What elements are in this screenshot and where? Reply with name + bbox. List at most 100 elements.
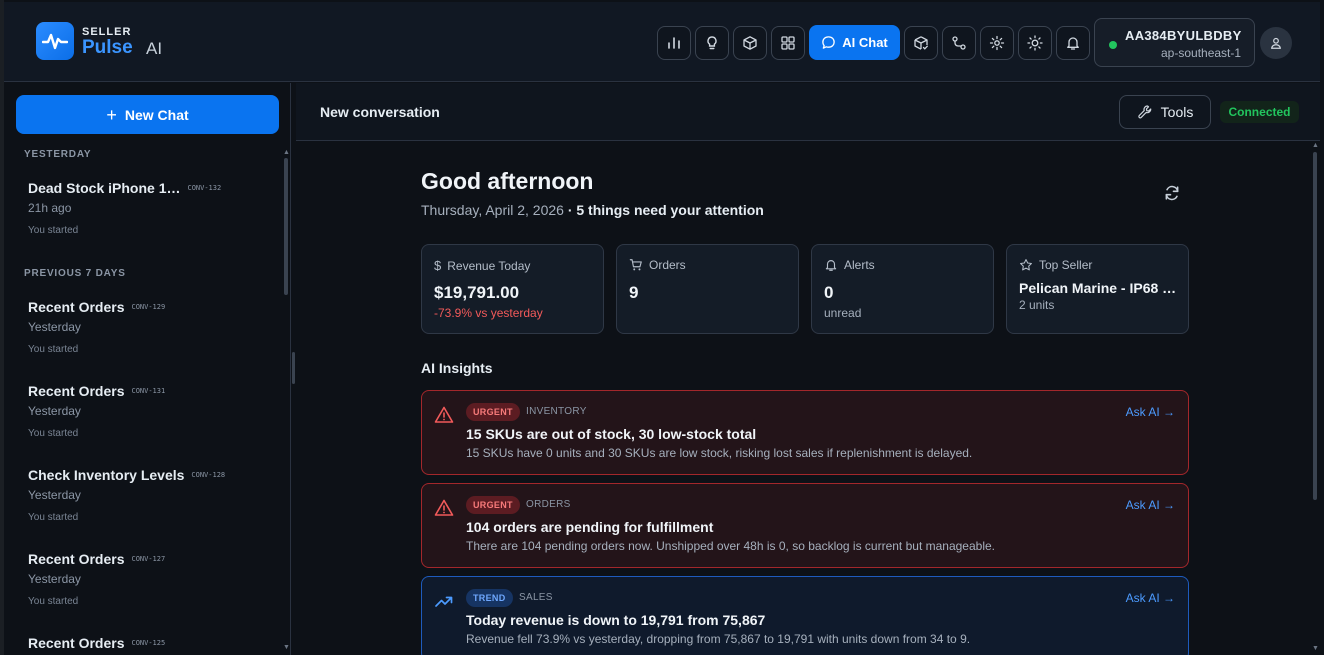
insight-description: There are 104 pending orders now. Unship… [466,539,995,553]
insight-title: 15 SKUs are out of stock, 30 low-stock t… [466,426,757,442]
conversation-sidebar: + New Chat YESTERDAY Dead Stock iPhone 1… [4,83,291,655]
conversation-title: Recent Orders [28,383,125,399]
stat-label: Orders [649,258,686,272]
conversation-starter: You started [28,428,79,439]
conversation-starter: You started [28,344,79,355]
stat-card-top-seller[interactable]: Top Seller Pelican Marine - IP68 … 2 uni… [1006,244,1189,334]
account-switcher[interactable]: AA384BYULBDBY ap-southeast-1 [1094,18,1255,67]
insight-title: Today revenue is down to 19,791 from 75,… [466,612,766,628]
refresh-icon[interactable] [1163,184,1181,202]
package-check-icon [914,36,928,50]
conversation-title: Dead Stock iPhone 1… [28,180,181,196]
products-button[interactable] [733,26,767,60]
new-chat-button[interactable]: + New Chat [16,95,279,134]
lightbulb-icon [707,36,717,50]
greeting-heading: Good afternoon [421,168,594,194]
insight-title: 104 orders are pending for fulfillment [466,519,714,535]
bell-icon [825,260,837,271]
conversation-item[interactable]: Recent Orders CONV-125 [28,635,268,651]
stat-label: Top Seller [1039,258,1093,272]
pulse-logo-icon[interactable] [36,22,74,60]
insight-category: SALES [519,592,553,603]
warning-triangle-icon [434,499,454,516]
conversation-item[interactable]: Check Inventory Levels CONV-128 Yesterday… [28,467,268,523]
dashboard-button[interactable] [771,26,805,60]
main-scrollbar[interactable] [1313,152,1317,500]
ask-ai-link[interactable]: Ask AI → [1126,498,1175,512]
conversation-title: Recent Orders [28,551,125,567]
app-header: SELLER Pulse AI AI Chat AA384BYULBDBY ap… [4,2,1320,82]
insight-card[interactable]: URGENT INVENTORY Ask AI → 15 SKUs are ou… [421,390,1189,475]
stat-card-revenue[interactable]: $ Revenue Today $19,791.00 -73.9% vs yes… [421,244,604,334]
grid-icon [781,36,795,50]
settings-button[interactable] [980,26,1014,60]
insight-description: 15 SKUs have 0 units and 30 SKUs are low… [466,446,973,460]
insights-button[interactable] [695,26,729,60]
route-icon [952,36,966,50]
stat-value: $19,791.00 [434,283,520,302]
user-avatar[interactable] [1260,27,1292,59]
date-line: Thursday, April 2, 2026 · 5 things need … [421,202,764,218]
stat-value: Pelican Marine - IP68 … [1019,280,1177,296]
scroll-up-arrow-icon[interactable]: ▲ [1312,142,1319,149]
conversation-id: CONV-125 [131,639,166,647]
analytics-button[interactable] [657,26,691,60]
theme-toggle-button[interactable] [1018,26,1052,60]
trending-up-icon [435,596,453,607]
conversation-starter: You started [28,225,79,236]
attention-count: · 5 things need your attention [567,202,764,218]
account-region: ap-southeast-1 [1161,46,1242,60]
insights-heading: AI Insights [421,360,493,376]
new-chat-label: New Chat [124,106,189,123]
ai-chat-button[interactable]: AI Chat [809,25,900,60]
priority-badge: URGENT [466,403,520,421]
scroll-down-arrow-icon[interactable]: ▼ [1312,645,1319,652]
warning-triangle-icon [434,406,454,423]
connection-status-badge: Connected [1220,101,1299,123]
gear-icon [989,35,1005,51]
conversation-item[interactable]: Recent Orders CONV-127 Yesterday You star… [28,551,268,607]
stat-card-orders[interactable]: Orders 9 [616,244,799,334]
scroll-down-arrow-icon[interactable]: ▼ [283,644,290,651]
conversation-time: 21h ago [28,201,72,215]
brand-name: Pulse [82,37,133,58]
conversation-topbar: New conversation Tools Connected [296,83,1320,141]
status-dot [1109,41,1117,49]
conversation-id: CONV-127 [131,555,166,563]
sidebar-scrollbar[interactable] [284,158,288,295]
dollar-icon: $ [434,258,442,273]
insight-category: ORDERS [526,499,571,510]
notifications-button[interactable] [1056,26,1090,60]
stat-label: Alerts [844,258,875,272]
chat-bubble-icon [822,36,836,49]
stat-card-alerts[interactable]: Alerts 0 unread [811,244,994,334]
conversation-time: Yesterday [28,404,81,418]
stat-value: 0 [824,283,834,302]
ask-ai-link[interactable]: Ask AI → [1126,405,1175,419]
conversation-title: Recent Orders [28,635,125,651]
stat-sub: unread [824,306,862,320]
conversation-starter: You started [28,596,79,607]
sidebar-resize-handle[interactable] [292,352,295,384]
sun-icon [1027,35,1043,51]
insight-card[interactable]: URGENT ORDERS Ask AI → 104 orders are pe… [421,483,1189,568]
routes-button[interactable] [942,26,976,60]
insight-card[interactable]: TREND SALES Ask AI → Today revenue is do… [421,576,1189,655]
box-icon [743,36,757,50]
bar-chart-icon [668,37,680,49]
conversation-item[interactable]: Recent Orders CONV-131 Yesterday You star… [28,383,268,439]
conversation-item[interactable]: Recent Orders CONV-129 Yesterday You star… [28,299,268,355]
conversation-time: Yesterday [28,572,81,586]
stat-sub: 2 units [1019,298,1055,312]
ask-ai-link[interactable]: Ask AI → [1126,591,1175,605]
tools-button[interactable]: Tools [1119,95,1211,129]
ai-chat-label: AI Chat [842,35,888,50]
conversation-id: CONV-128 [191,471,226,479]
priority-badge: TREND [466,589,513,607]
conversation-item[interactable]: Dead Stock iPhone 1… CONV-132 21h ago You… [28,180,268,236]
account-id: AA384BYULBDBY [1125,28,1242,43]
shipments-button[interactable] [904,26,938,60]
scroll-up-arrow-icon[interactable]: ▲ [283,149,290,156]
conversation-id: CONV-129 [131,303,166,311]
brand-suffix: AI [146,39,163,58]
